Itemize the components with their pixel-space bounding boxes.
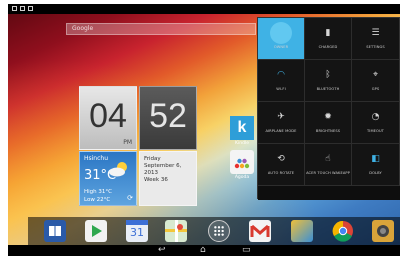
qs-tile-touch-wakeapp[interactable]: ☝ ACER TOUCH WAKEAPP	[305, 144, 352, 186]
chrome-icon[interactable]	[332, 220, 354, 242]
search-label: Google	[72, 25, 94, 32]
qs-label-touch-wakeapp: ACER TOUCH WAKEAPP	[306, 171, 350, 175]
qs-tile-brightness[interactable]: ✹ BRIGHTNESS	[305, 102, 352, 144]
qs-label-settings: SETTINGS	[366, 45, 385, 49]
maps-icon[interactable]	[165, 220, 187, 242]
bluetooth-icon: ᛒ	[325, 70, 331, 80]
battery-icon: ▮	[325, 28, 331, 38]
qs-tile-charged[interactable]: ▮ CHARGED	[305, 18, 352, 60]
gallery-icon[interactable]	[291, 220, 313, 242]
kindle-icon[interactable]	[44, 220, 66, 242]
status-bar[interactable]	[8, 4, 400, 14]
qs-tile-auto-rotate[interactable]: ⟲ AUTO ROTATE	[258, 144, 305, 186]
clock-ampm: PM	[123, 139, 132, 146]
owner-icon	[270, 22, 292, 44]
gps-icon: ⌖	[372, 70, 379, 80]
agoda-app-label: Agoda	[234, 175, 250, 180]
app-drawer-icon[interactable]	[208, 220, 230, 242]
clock-hours: 04	[89, 97, 127, 135]
clock-minutes-tile[interactable]: 52	[139, 86, 197, 150]
partly-sunny-icon	[109, 162, 127, 177]
weather-low-value: 22°C	[96, 197, 111, 203]
weather-low-label: Low	[84, 197, 95, 203]
download-icon	[28, 6, 33, 11]
date-weekday: Friday	[144, 156, 161, 162]
qs-label-charged: CHARGED	[318, 45, 338, 49]
quick-settings-footer	[258, 186, 400, 200]
weather-city: Hsinchu	[84, 155, 109, 162]
date-full: September 6, 2013	[144, 163, 182, 176]
home-screen: Google 04 PM 52 Hsinchu 31°C High 31°C L…	[8, 4, 400, 256]
kindle-app-label: Kindle	[235, 141, 249, 146]
brightness-icon: ✹	[324, 112, 332, 122]
weather-high-value: 31°C	[98, 189, 112, 195]
qs-tile-settings[interactable]: ☰ SETTINGS	[352, 18, 399, 60]
airplane-icon: ✈	[277, 112, 285, 122]
weather-high-low: High 31°C Low 22°C	[84, 188, 112, 204]
tablet-screenshot: Google 04 PM 52 Hsinchu 31°C High 31°C L…	[0, 0, 409, 259]
qs-label-gps: GPS	[371, 87, 380, 91]
date-widget[interactable]: Friday September 6, 2013 Week 36	[139, 151, 197, 206]
calendar-day: 31	[130, 226, 144, 239]
qs-tile-timeout[interactable]: ◔ TIMEOUT	[352, 102, 399, 144]
navigation-bar: ↩ ⌂ ▭	[8, 245, 400, 256]
agoda-logo-icon	[234, 158, 250, 169]
qs-tile-wifi[interactable]: ◠ WI-FI	[258, 60, 305, 102]
notification-icon	[12, 6, 17, 11]
weather-high-label: High	[84, 189, 97, 195]
qs-tile-gps[interactable]: ⌖ GPS	[352, 60, 399, 102]
date-week: Week 36	[144, 177, 168, 183]
kindle-app-icon[interactable]: k	[230, 116, 254, 140]
google-search-bar[interactable]: Google	[66, 23, 256, 35]
settings-icon: ☰	[371, 28, 380, 38]
agoda-app-icon[interactable]	[230, 150, 254, 174]
touch-wakeapp-icon: ☝	[325, 154, 331, 164]
timeout-icon: ◔	[371, 112, 380, 122]
qs-label-owner: OWNER	[273, 45, 289, 49]
qs-label-bluetooth: BLUETOOTH	[316, 87, 340, 91]
clock-hours-tile[interactable]: 04 PM	[79, 86, 137, 150]
wifi-icon: ◠	[277, 70, 285, 80]
clock-minutes: 52	[149, 97, 187, 135]
qs-tile-bluetooth[interactable]: ᛒ BLUETOOTH	[305, 60, 352, 102]
calendar-icon[interactable]: 31	[126, 220, 148, 242]
back-icon[interactable]: ↩	[158, 245, 166, 256]
gmail-icon[interactable]	[249, 220, 271, 242]
camera-icon[interactable]	[372, 220, 394, 242]
recent-apps-icon[interactable]: ▭	[242, 245, 251, 256]
qs-label-dolby: DOLBY	[369, 171, 382, 175]
qs-tile-dolby[interactable]: ◧ DOLBY	[352, 144, 399, 186]
rotate-icon: ⟲	[277, 154, 285, 164]
qs-label-wifi: WI-FI	[276, 87, 286, 91]
dolby-icon: ◧	[371, 154, 380, 164]
qs-tile-owner[interactable]: OWNER	[258, 18, 305, 60]
qs-label-auto-rotate: AUTO ROTATE	[267, 171, 295, 175]
play-store-icon[interactable]	[85, 220, 107, 242]
qs-label-airplane-mode: AIRPLANE MODE	[265, 129, 297, 133]
dock: 31	[28, 217, 400, 245]
home-icon[interactable]: ⌂	[200, 245, 206, 256]
qs-label-timeout: TIMEOUT	[367, 129, 384, 133]
weather-widget[interactable]: Hsinchu 31°C High 31°C Low 22°C ⟳	[79, 151, 137, 206]
refresh-icon[interactable]: ⟳	[127, 194, 133, 202]
quick-settings-panel: OWNER ▮ CHARGED ☰ SETTINGS ◠ WI-FI ᛒ BLU…	[257, 17, 400, 200]
qs-label-brightness: BRIGHTNESS	[315, 129, 341, 133]
qs-tile-airplane-mode[interactable]: ✈ AIRPLANE MODE	[258, 102, 305, 144]
screenshot-icon	[20, 6, 25, 11]
